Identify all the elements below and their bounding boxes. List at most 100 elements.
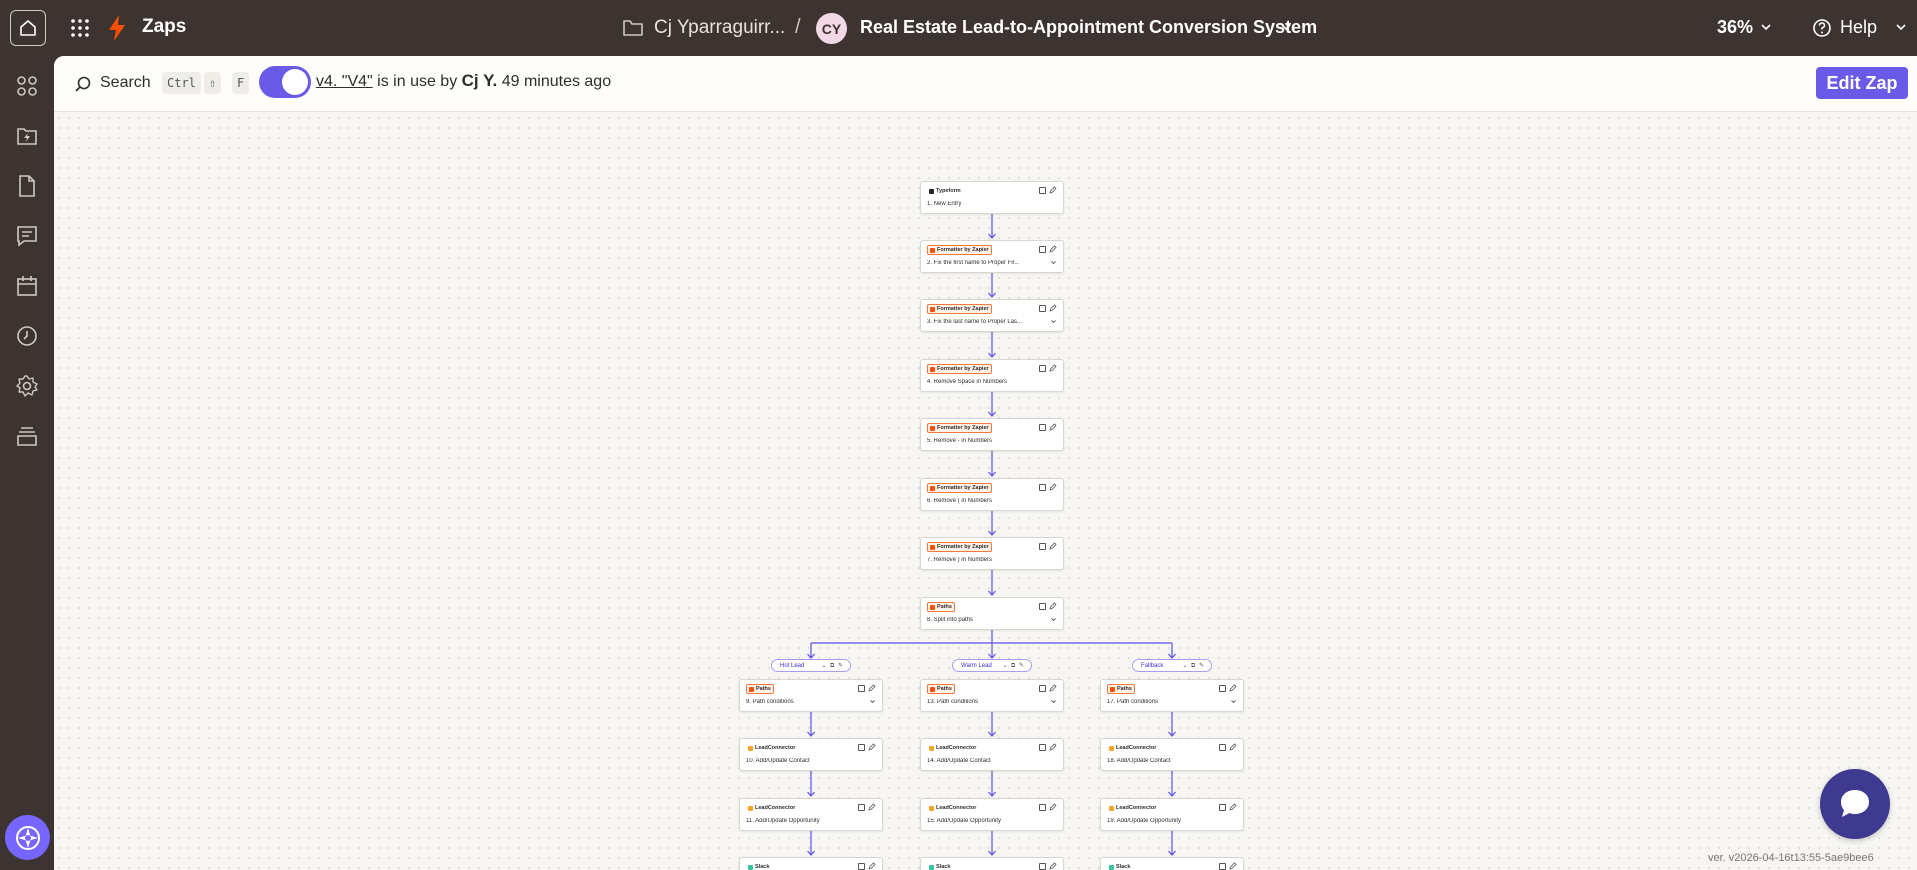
edit-pencil-icon[interactable]	[1049, 803, 1057, 811]
edit-pencil-icon[interactable]	[868, 862, 876, 870]
workflow-step-card[interactable]: Formatter by Zapier 7. Remove ) in Number…	[920, 537, 1064, 570]
copy-icon[interactable]	[858, 863, 865, 870]
zoom-level[interactable]: 36%	[1717, 17, 1753, 38]
edit-pencil-icon[interactable]	[868, 743, 876, 751]
edit-pencil-icon[interactable]	[1049, 483, 1057, 491]
zaps-icon[interactable]	[15, 124, 39, 148]
copy-icon[interactable]	[1219, 863, 1226, 870]
chevron-down-icon[interactable]	[1759, 20, 1773, 34]
settings-icon[interactable]	[15, 374, 39, 398]
edit-pencil-icon[interactable]	[868, 684, 876, 692]
copilot-button[interactable]	[5, 815, 50, 860]
edit-pencil-icon[interactable]	[1229, 803, 1237, 811]
edit-pencil-icon[interactable]	[1049, 684, 1057, 692]
app-name[interactable]: Zaps	[142, 16, 186, 38]
chevron-down-icon[interactable]	[1050, 698, 1057, 705]
copy-icon[interactable]	[1039, 685, 1046, 692]
help-icon[interactable]	[1812, 18, 1832, 38]
chevron-down-icon[interactable]	[1050, 318, 1057, 325]
apps-icon[interactable]	[15, 74, 39, 98]
copy-icon[interactable]	[858, 744, 865, 751]
edit-pencil-icon[interactable]	[1229, 684, 1237, 692]
copy-icon[interactable]	[1039, 365, 1046, 372]
copy-icon[interactable]	[1039, 484, 1046, 491]
workflow-step-card[interactable]: Slack20. Send Channel Message	[1100, 857, 1244, 870]
step-app-chip: LeadConnector	[927, 743, 978, 753]
templates-icon[interactable]	[15, 424, 39, 448]
edit-pencil-icon[interactable]	[1049, 423, 1057, 431]
help-menu[interactable]: Help	[1840, 17, 1877, 38]
edit-pencil-icon[interactable]	[1229, 743, 1237, 751]
edit-pencil-icon[interactable]	[1049, 186, 1057, 194]
chevron-down-icon[interactable]	[1050, 259, 1057, 266]
search-button[interactable]: Search	[100, 74, 151, 92]
edit-zap-button[interactable]: Edit Zap	[1816, 67, 1908, 99]
chevron-down-icon[interactable]	[1050, 616, 1057, 623]
workflow-step-card[interactable]: Formatter by Zapier 3. Fix the last name …	[920, 299, 1064, 332]
version-link[interactable]: v4. "V4"	[316, 73, 373, 90]
workflow-step-card[interactable]: Paths 17. Path conditions	[1100, 679, 1244, 712]
workflow-step-card[interactable]: LeadConnector 18. Add/Update Contact	[1100, 738, 1244, 771]
path-branch-pill[interactable]: Fallback ⌄ ⧉ ✎	[1132, 659, 1212, 672]
home-button[interactable]	[10, 10, 46, 46]
search-icon[interactable]	[74, 75, 92, 93]
workflow-step-card[interactable]: LeadConnector 14. Add/Update Contact	[920, 738, 1064, 771]
copy-icon[interactable]	[858, 804, 865, 811]
workflow-step-card[interactable]: LeadConnector 10. Add/Update Contact	[739, 738, 883, 771]
app-grid-icon[interactable]	[70, 18, 90, 38]
chevron-down-icon[interactable]	[1894, 20, 1908, 34]
edit-pencil-icon[interactable]	[868, 803, 876, 811]
copy-icon[interactable]	[1039, 804, 1046, 811]
workflow-step-card[interactable]: Formatter by Zapier 2. Fix the first name…	[920, 240, 1064, 273]
copy-icon[interactable]	[1039, 246, 1046, 253]
workflow-step-card[interactable]: Formatter by Zapier 4. Remove Space in Nu…	[920, 359, 1064, 392]
zap-on-toggle[interactable]	[259, 66, 311, 98]
workflow-step-card[interactable]: Formatter by Zapier 5. Remove - in Number…	[920, 418, 1064, 451]
edit-pencil-icon[interactable]	[1049, 364, 1057, 372]
workflow-step-card[interactable]: LeadConnector 19. Add/Update Opportunity	[1100, 798, 1244, 831]
copy-icon[interactable]	[1039, 543, 1046, 550]
copy-icon[interactable]	[1219, 744, 1226, 751]
tables-icon[interactable]	[15, 174, 39, 198]
workflow-step-card[interactable]: LeadConnector 11. Add/Update Opportunity	[739, 798, 883, 831]
history-icon[interactable]	[15, 324, 39, 348]
workflow-step-card[interactable]: Formatter by Zapier 6. Remove ( in Number…	[920, 478, 1064, 511]
workflow-step-card[interactable]: Paths 13. Path conditions	[920, 679, 1064, 712]
workflow-step-card[interactable]: LeadConnector 15. Add/Update Opportunity	[920, 798, 1064, 831]
workflow-step-card[interactable]: Paths 9. Path conditions	[739, 679, 883, 712]
zap-title[interactable]: Real Estate Lead-to-Appointment Conversi…	[860, 17, 1317, 38]
chevron-down-icon[interactable]	[869, 698, 876, 705]
workflow-step-card[interactable]: Paths 8. Split into paths	[920, 597, 1064, 630]
chevron-down-icon[interactable]	[1279, 20, 1293, 34]
copy-icon[interactable]	[1039, 187, 1046, 194]
path-branch-pill[interactable]: Hot Lead ⌄ ⧉ ✎	[771, 659, 851, 672]
breadcrumb-folder[interactable]: Cj Yparraguirr...	[654, 17, 785, 39]
copy-icon[interactable]	[1039, 305, 1046, 312]
edit-pencil-icon[interactable]	[1049, 245, 1057, 253]
path-branch-actions-icon[interactable]: ⌄ ⧉ ✎	[1182, 662, 1205, 670]
interfaces-icon[interactable]	[15, 224, 39, 248]
chat-button[interactable]	[1820, 769, 1890, 839]
path-branch-pill[interactable]: Warm Lead ⌄ ⧉ ✎	[952, 659, 1032, 672]
path-branch-actions-icon[interactable]: ⌄ ⧉ ✎	[821, 662, 844, 670]
copy-icon[interactable]	[858, 685, 865, 692]
edit-pencil-icon[interactable]	[1049, 602, 1057, 610]
edit-pencil-icon[interactable]	[1049, 304, 1057, 312]
workflow-step-card[interactable]: Slack16. Send Channel Message	[920, 857, 1064, 870]
copy-icon[interactable]	[1039, 863, 1046, 870]
copy-icon[interactable]	[1039, 744, 1046, 751]
edit-pencil-icon[interactable]	[1229, 862, 1237, 870]
edit-pencil-icon[interactable]	[1049, 743, 1057, 751]
calendar-icon[interactable]	[15, 274, 39, 298]
edit-pencil-icon[interactable]	[1049, 862, 1057, 870]
edit-pencil-icon[interactable]	[1049, 542, 1057, 550]
chevron-down-icon[interactable]	[1230, 698, 1237, 705]
workflow-step-card[interactable]: Typeform 1. New Entry	[920, 181, 1064, 214]
copy-icon[interactable]	[1219, 685, 1226, 692]
path-branch-actions-icon[interactable]: ⌄ ⧉ ✎	[1002, 662, 1025, 670]
copy-icon[interactable]	[1219, 804, 1226, 811]
workflow-step-card[interactable]: Slack12. Send Channel Message	[739, 857, 883, 870]
workflow-canvas[interactable]: Typeform 1. New Entry Formatter by Zapier 2…	[54, 113, 1917, 870]
copy-icon[interactable]	[1039, 603, 1046, 610]
copy-icon[interactable]	[1039, 424, 1046, 431]
